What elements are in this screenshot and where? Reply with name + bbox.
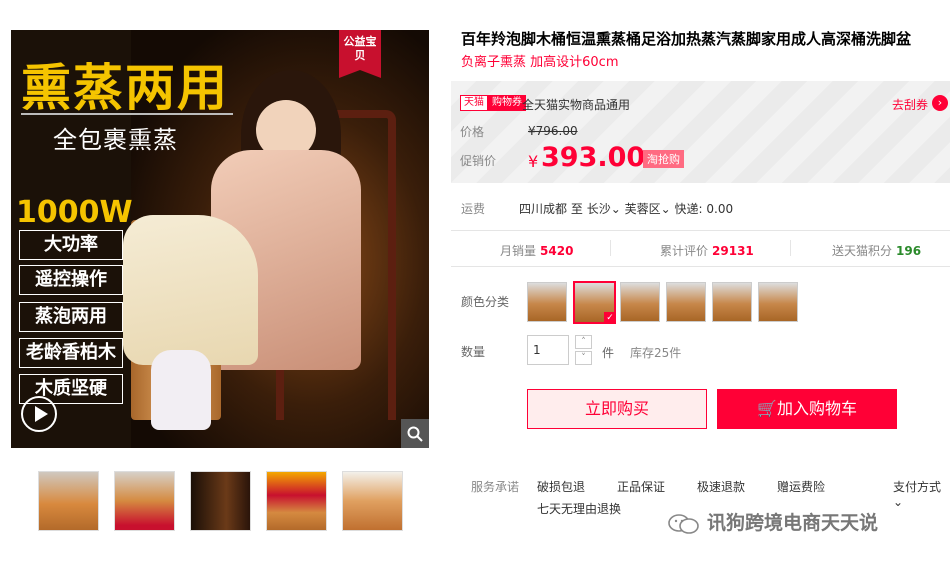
thumbnail[interactable] (266, 471, 327, 531)
service-item[interactable]: 极速退款 (697, 478, 745, 495)
ship-from: 四川成都 (519, 202, 568, 216)
original-price-label: 价格 (460, 125, 485, 139)
charity-badge: 公益宝贝 (339, 30, 381, 78)
cart-icon: 🛒 (757, 399, 777, 418)
power-label: 1000W (16, 195, 133, 230)
review-count[interactable]: 累计评价 29131 (660, 242, 754, 259)
towel (123, 215, 258, 365)
service-item[interactable]: 正品保证 (617, 478, 665, 495)
service-item[interactable]: 赠运费险 (777, 478, 825, 495)
shipping-row: 运费 四川成都 至 长沙⌄ 芙蓉区⌄ 快递: 0.00 (461, 200, 733, 217)
promo-price-label: 促销价 (460, 154, 497, 168)
buy-now-button[interactable]: 立即购买 (527, 389, 707, 429)
quantity-increase-button[interactable]: ˄ (575, 335, 592, 349)
feature-box: 蒸泡两用 (19, 302, 123, 332)
chevron-down-icon: ⌄ (660, 202, 671, 216)
zoom-button[interactable] (401, 419, 429, 448)
product-title: 百年羚泡脚木桶恒温熏蒸桶足浴加热蒸汽蒸脚家用成人高深桶洗脚盆 (461, 30, 912, 48)
add-to-cart-button[interactable]: 🛒加入购物车 (717, 389, 897, 429)
get-coupon-link[interactable]: 去刮券 (892, 96, 928, 113)
thumbnail[interactable] (342, 471, 403, 531)
currency-symbol: ¥ (528, 152, 539, 171)
payment-methods-label: 支付方式 (893, 480, 942, 494)
quantity-label: 数量 (461, 345, 486, 359)
service-item[interactable]: 七天无理由退换 (537, 500, 621, 517)
play-video-icon[interactable] (21, 396, 57, 432)
quantity-decrease-button[interactable]: ˅ (575, 351, 592, 365)
divider (610, 240, 611, 256)
tmall-points-value: 196 (896, 244, 922, 258)
image-headline: 熏蒸两用 (21, 59, 229, 117)
divider (790, 240, 791, 256)
feature-box: 遥控操作 (19, 265, 123, 295)
review-count-value: 29131 (712, 244, 754, 258)
chevron-down-icon: ⌄ (893, 495, 904, 509)
divider (451, 230, 950, 231)
image-subhead: 全包裹熏蒸 (53, 126, 178, 154)
coupon-tag-label: 购物券 (488, 95, 526, 111)
payment-methods[interactable]: 支付方式⌄ (893, 478, 950, 509)
tmall-tag-label: 天猫 (460, 95, 488, 111)
sku-option[interactable] (712, 282, 752, 322)
thumbnail[interactable] (190, 471, 251, 531)
watermark: 讯狗跨境电商天天说 (667, 508, 878, 535)
feature-box: 大功率 (19, 230, 123, 260)
shipping-label: 运费 (461, 202, 486, 216)
tmall-points: 送天猫积分 196 (832, 242, 921, 259)
monthly-sales: 月销量 5420 (500, 242, 573, 259)
original-price: ¥796.00 (528, 124, 578, 138)
monthly-sales-value: 5420 (540, 244, 574, 258)
wechat-icon (668, 513, 699, 534)
quantity-unit: 件 (602, 346, 615, 360)
sku-option[interactable] (527, 282, 567, 322)
product-subtitle: 负离子熏蒸 加高设计60cm (461, 55, 619, 70)
thumbnail[interactable] (114, 471, 175, 531)
search-icon (407, 426, 423, 442)
sku-option[interactable] (758, 282, 798, 322)
price-panel: 天猫 购物券 全天猫实物商品通用 去刮券 › 价格 ¥796.00 促销价 ¥ … (451, 81, 950, 183)
tmall-coupon-tag: 天猫 购物券 (460, 95, 526, 111)
chevron-down-icon: ⌄ (610, 202, 621, 216)
ship-to-prefix: 至 (570, 202, 583, 216)
ship-city-select[interactable]: 长沙 (587, 202, 611, 216)
main-product-image[interactable]: 熏蒸两用 全包裹熏蒸 1000W 大功率 遥控操作 蒸泡两用 老龄香柏木 木质坚… (11, 30, 429, 448)
headline-divider (21, 113, 233, 115)
color-option-label: 颜色分类 (461, 295, 510, 309)
feature-box: 老龄香柏木 (19, 338, 123, 368)
steamer-device (151, 350, 211, 430)
sku-option[interactable] (620, 282, 660, 322)
watermark-text: 讯狗跨境电商天天说 (707, 512, 879, 534)
divider (451, 266, 950, 267)
sku-option[interactable] (666, 282, 706, 322)
promo-price: 393.00 (541, 142, 646, 173)
flash-sale-badge: 淘抢购 (643, 150, 684, 168)
service-item[interactable]: 破损包退 (537, 478, 585, 495)
tmall-points-label: 送天猫积分 (832, 244, 893, 258)
review-count-label: 累计评价 (660, 244, 709, 258)
sku-option-selected[interactable] (573, 281, 616, 324)
service-label: 服务承诺 (471, 480, 520, 494)
add-to-cart-label: 加入购物车 (776, 399, 857, 418)
monthly-sales-label: 月销量 (500, 244, 537, 258)
stock-count: 库存25件 (630, 346, 682, 360)
coupon-description: 全天猫实物商品通用 (522, 98, 631, 112)
quantity-input[interactable]: 1 (527, 335, 569, 365)
shipping-fee: 快递: 0.00 (674, 202, 734, 216)
thumbnail[interactable] (38, 471, 99, 531)
chevron-right-icon[interactable]: › (932, 95, 948, 111)
ship-district-select[interactable]: 芙蓉区 (625, 202, 661, 216)
